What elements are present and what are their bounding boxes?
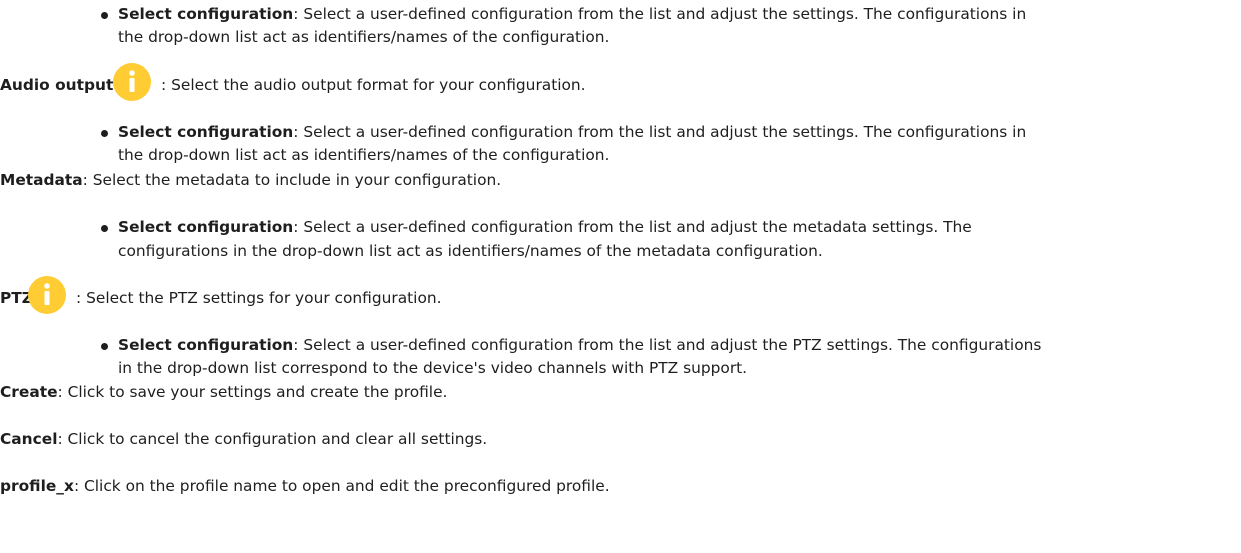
action-description: : Click on the profile name to open and … <box>73 477 610 495</box>
bullet-term: Select configuration <box>118 336 294 354</box>
action-description: : Click to cancel the configuration and … <box>57 430 488 448</box>
section-label: Audio output <box>0 76 114 94</box>
bullet-item-4-cont: in the drop-down list correspond to the … <box>118 358 747 378</box>
bullet-dot <box>101 343 108 350</box>
bullet-item-1: Select configuration: Select a user-defi… <box>118 4 1026 24</box>
section-metadata: Metadata: Select the metadata to include… <box>0 170 501 190</box>
section-description: : Select the PTZ settings for your confi… <box>76 289 442 307</box>
bullet-term: Select configuration <box>118 218 294 236</box>
action-term: Create <box>0 383 58 401</box>
section-description: : Select the metadata to include in your… <box>82 171 502 189</box>
section-label: Metadata <box>0 171 83 189</box>
bullet-item-4: Select configuration: Select a user-defi… <box>118 335 1041 355</box>
action-description: : Click to save your settings and create… <box>57 383 448 401</box>
section-description: : Select the audio output format for you… <box>161 76 586 94</box>
action-create: Create: Click to save your settings and … <box>0 382 447 402</box>
bullet-dot <box>101 12 108 19</box>
action-term: profile_x <box>0 477 74 495</box>
bullet-text: : Select a user-defined configuration fr… <box>293 5 1027 23</box>
bullet-text: the drop-down list act as identifiers/na… <box>118 28 610 46</box>
bullet-dot <box>101 130 108 137</box>
info-icon <box>110 62 154 106</box>
action-cancel: Cancel: Click to cancel the configuratio… <box>0 429 487 449</box>
bullet-item-3: Select configuration: Select a user-defi… <box>118 217 972 237</box>
bullet-text: : Select a user-defined configuration fr… <box>293 123 1027 141</box>
bullet-text: : Select a user-defined configuration fr… <box>293 336 1042 354</box>
bullet-item-3-cont: configurations in the drop-down list act… <box>118 241 823 261</box>
action-term: Cancel <box>0 430 58 448</box>
bullet-term: Select configuration <box>118 5 294 23</box>
bullet-text: the drop-down list act as identifiers/na… <box>118 146 610 164</box>
action-profile-x: profile_x: Click on the profile name to … <box>0 476 610 496</box>
bullet-item-1-cont: the drop-down list act as identifiers/na… <box>118 27 609 47</box>
bullet-text: configurations in the drop-down list act… <box>118 242 823 260</box>
bullet-text: in the drop-down list correspond to the … <box>118 359 748 377</box>
bullet-item-2-cont: the drop-down list act as identifiers/na… <box>118 145 609 165</box>
bullet-dot <box>101 225 108 232</box>
bullet-term: Select configuration <box>118 123 294 141</box>
section-audio-output: Audio output <box>0 75 113 95</box>
info-icon <box>25 275 69 319</box>
bullet-text: : Select a user-defined configuration fr… <box>293 218 972 236</box>
bullet-item-2: Select configuration: Select a user-defi… <box>118 122 1026 142</box>
